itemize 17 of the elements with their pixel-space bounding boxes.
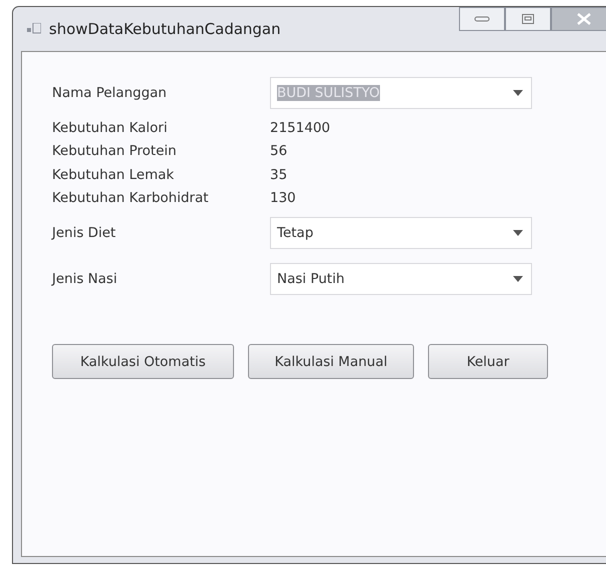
field-label: Nama Pelanggan — [52, 85, 168, 101]
field-value: 56 — [270, 143, 288, 160]
window-title: showDataKebutuhanCadangan — [49, 20, 281, 38]
field-value: 35 — [270, 166, 288, 183]
field-label: Kebutuhan Kalori — [52, 120, 168, 136]
dropdown-field[interactable]: Tetap — [270, 217, 532, 249]
action-button[interactable]: Kalkulasi Otomatis — [52, 344, 234, 379]
action-button[interactable]: Kalkulasi Manual — [248, 344, 414, 379]
action-button[interactable]: Keluar — [428, 344, 548, 379]
field-label: Kebutuhan Protein — [52, 143, 178, 160]
field-value: 130 — [270, 190, 297, 206]
field-value: 2151400 — [270, 120, 332, 136]
field-label: Kebutuhan Lemak — [52, 166, 175, 183]
dropdown-field[interactable]: Nasi Putih — [270, 263, 532, 295]
field-label: Jenis Nasi — [52, 271, 118, 287]
field-label: Kebutuhan Karbohidrat — [52, 190, 210, 206]
field-label: Jenis Diet — [52, 225, 117, 241]
